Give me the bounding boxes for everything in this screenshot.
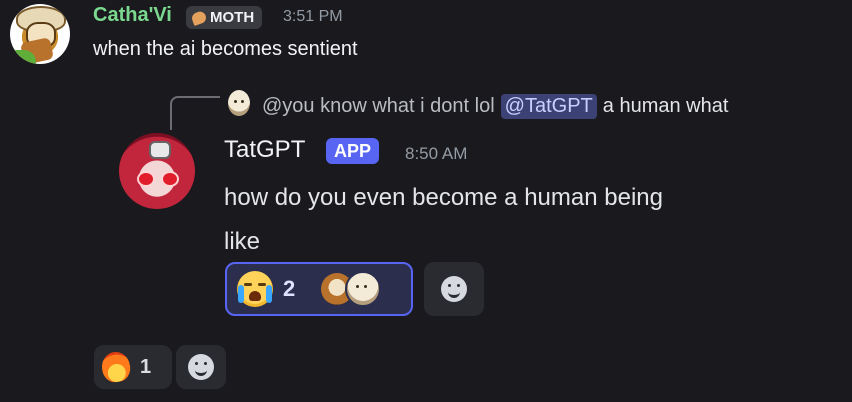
reaction-fire[interactable]: 1 [94, 345, 172, 389]
message-timestamp[interactable]: 8:50 AM [405, 144, 467, 164]
moth-badge-icon [190, 9, 208, 26]
reply-avatar[interactable] [228, 90, 250, 116]
add-reaction-button[interactable] [424, 262, 484, 316]
reaction-count: 2 [283, 276, 296, 301]
fire-icon [100, 350, 132, 384]
reactor-avatar-2 [345, 271, 381, 307]
add-reaction-icon [441, 276, 467, 302]
message-timestamp[interactable]: 3:51 PM [283, 8, 343, 26]
reaction-count: 1 [140, 355, 152, 378]
app-badge: APP [326, 138, 380, 164]
add-reaction-icon [188, 354, 214, 380]
message-author[interactable]: TatGPT [224, 136, 305, 164]
role-badge-label: MOTH [210, 9, 255, 26]
right-eye-shape [161, 171, 179, 187]
avatar-catha-vi[interactable] [10, 4, 70, 64]
headlamp-shape [149, 141, 171, 159]
reply-text: @you know what i dont lol [262, 95, 495, 117]
reaction-loudly-crying-face[interactable]: 2 [225, 262, 413, 316]
loudly-crying-face-icon [237, 271, 273, 307]
reply-text-after: a human what [602, 95, 729, 117]
reply-preview[interactable]: @you know what i dont lol @TatGPT a huma… [262, 94, 728, 119]
message-content: when the ai becomes sentient [93, 38, 358, 60]
message-content: how do you even become a human being lik… [224, 184, 663, 255]
avatar-tatgpt[interactable] [119, 133, 195, 209]
add-reaction-button[interactable] [176, 345, 226, 389]
mention-tatgpt[interactable]: @TatGPT [500, 94, 597, 119]
role-badge[interactable]: MOTH [186, 6, 263, 29]
reply-spine [170, 96, 220, 130]
tear-left [238, 285, 244, 303]
message-author[interactable]: Catha'Vi [93, 4, 172, 27]
left-eye-shape [137, 171, 155, 187]
tear-right [266, 285, 272, 303]
